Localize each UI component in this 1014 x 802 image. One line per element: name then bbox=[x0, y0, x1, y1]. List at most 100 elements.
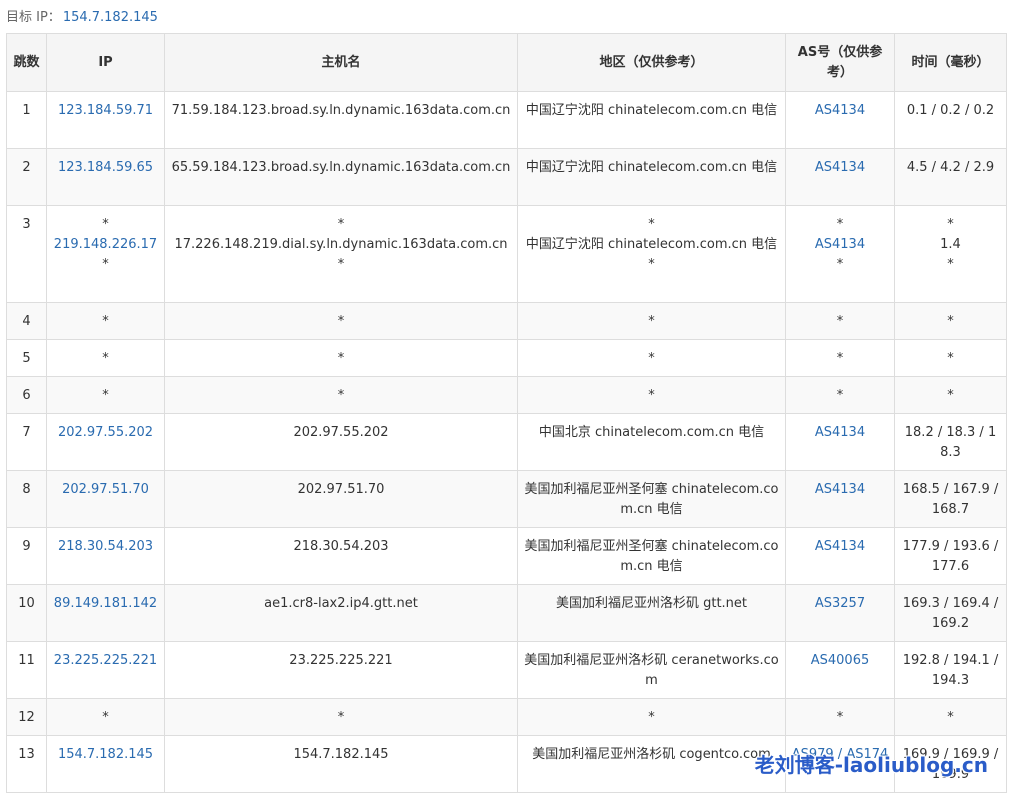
region-cell-text: 中国北京 chinatelecom.com.cn 电信 bbox=[538, 425, 765, 440]
time-cell: 177.9 / 193.6 / 177.6 bbox=[894, 527, 1007, 585]
time-cell: * bbox=[894, 302, 1007, 340]
region-cell: 中国北京 chinatelecom.com.cn 电信 bbox=[517, 413, 786, 471]
table-header: 跳数 IP 主机名 地区（仅供参考） AS号（仅供参考） 时间（毫秒） bbox=[6, 33, 1007, 92]
table-row: 12 * * * * * bbox=[6, 698, 1007, 736]
as-cell-text: * bbox=[836, 710, 844, 725]
time-cell: 169.9 / 169.9 / 169.9 bbox=[894, 735, 1007, 793]
as-cell: AS3257 bbox=[785, 584, 895, 642]
ip-cell-text[interactable]: 154.7.182.145 bbox=[51, 745, 160, 765]
ip-cell-text[interactable]: 123.184.59.65 bbox=[51, 158, 160, 178]
table-row: 3 * 219.148.226.17 * * 17.226.148.219.dial.sy… bbox=[6, 205, 1007, 303]
ip-cell-text[interactable]: 202.97.51.70 bbox=[51, 480, 160, 500]
region-cell-text: 美国加利福尼亚州洛杉矶 cogentco.com bbox=[532, 747, 771, 762]
time-cell-text: 169.9 / 169.9 / 169.9 bbox=[902, 747, 999, 782]
ip-cell-text: * bbox=[102, 314, 109, 329]
as-cell-text[interactable]: AS3257 bbox=[790, 594, 890, 614]
hop-cell: 5 bbox=[6, 339, 47, 377]
as-cell: AS40065 bbox=[785, 641, 895, 699]
ip-cell: 123.184.59.65 bbox=[46, 148, 165, 206]
hostname-cell: 71.59.184.123.broad.sy.ln.dynamic.163dat… bbox=[164, 91, 518, 149]
time-cell-text: * bbox=[947, 388, 954, 403]
time-cell-text: 177.9 / 193.6 / 177.6 bbox=[902, 539, 999, 574]
hop-cell: 4 bbox=[6, 302, 47, 340]
hostname-cell-text: 154.7.182.145 bbox=[293, 747, 389, 762]
hostname-cell-text: 71.59.184.123.broad.sy.ln.dynamic.163dat… bbox=[171, 103, 511, 118]
time-cell: 169.3 / 169.4 / 169.2 bbox=[894, 584, 1007, 642]
region-cell-text: * bbox=[648, 710, 655, 725]
ip-cell: * bbox=[46, 698, 165, 736]
hop-cell: 3 bbox=[6, 205, 47, 303]
ip-cell-text: * bbox=[102, 257, 109, 272]
region-cell: * bbox=[517, 376, 786, 414]
as-cell: AS979 / AS174 bbox=[785, 735, 895, 793]
region-cell-text: 中国辽宁沈阳 chinatelecom.com.cn 电信 bbox=[525, 103, 778, 118]
hostname-cell-text: * bbox=[337, 257, 345, 272]
as-cell-text[interactable]: AS40065 bbox=[790, 651, 890, 671]
hostname-cell: ae1.cr8-lax2.ip4.gtt.net bbox=[164, 584, 518, 642]
time-cell: * bbox=[894, 376, 1007, 414]
time-cell: 168.5 / 167.9 / 168.7 bbox=[894, 470, 1007, 528]
time-cell-text: 192.8 / 194.1 / 194.3 bbox=[902, 653, 999, 688]
ip-cell-text: * bbox=[102, 351, 109, 366]
time-cell-text: * bbox=[947, 217, 954, 232]
ip-cell: * bbox=[46, 339, 165, 377]
hop-cell: 13 bbox=[6, 735, 47, 793]
region-cell-text: 美国加利福尼亚州圣何塞 chinatelecom.com.cn 电信 bbox=[524, 482, 779, 517]
ip-cell-text[interactable]: 89.149.181.142 bbox=[51, 594, 160, 614]
ip-cell: * 219.148.226.17 * bbox=[46, 205, 165, 303]
region-cell: 美国加利福尼亚州洛杉矶 gtt.net bbox=[517, 584, 786, 642]
as-cell-text[interactable]: AS4134 bbox=[790, 480, 890, 500]
header-row: 跳数 IP 主机名 地区（仅供参考） AS号（仅供参考） 时间（毫秒） bbox=[6, 33, 1007, 92]
ip-cell-text[interactable]: 219.148.226.17 bbox=[51, 235, 160, 255]
time-cell: 192.8 / 194.1 / 194.3 bbox=[894, 641, 1007, 699]
hostname-cell: * bbox=[164, 376, 518, 414]
as-cell: * AS4134 * bbox=[785, 205, 895, 303]
as-cell-text: * bbox=[836, 351, 844, 366]
ip-cell: 89.149.181.142 bbox=[46, 584, 165, 642]
as-cell: * bbox=[785, 339, 895, 377]
ip-cell: * bbox=[46, 376, 165, 414]
as-cell-text: * bbox=[836, 314, 844, 329]
ip-cell-text[interactable]: 218.30.54.203 bbox=[51, 537, 160, 557]
as-cell-text[interactable]: AS4134 bbox=[790, 158, 890, 178]
target-ip-value[interactable]: 154.7.182.145 bbox=[63, 10, 158, 25]
hostname-cell-text: * bbox=[337, 710, 345, 725]
as-cell-text[interactable]: AS4134 bbox=[790, 423, 890, 443]
as-cell-text[interactable]: AS4134 bbox=[790, 235, 890, 255]
hostname-cell: 23.225.225.221 bbox=[164, 641, 518, 699]
region-cell-text: 美国加利福尼亚州洛杉矶 gtt.net bbox=[555, 596, 748, 611]
region-cell-text: 中国辽宁沈阳 chinatelecom.com.cn 电信 bbox=[525, 237, 778, 252]
hostname-cell-text: 202.97.51.70 bbox=[297, 482, 385, 497]
time-cell: * 1.4 * bbox=[894, 205, 1007, 303]
hop-cell: 8 bbox=[6, 470, 47, 528]
col-header-hostname: 主机名 bbox=[164, 33, 518, 92]
as-cell-text[interactable]: AS4134 bbox=[790, 537, 890, 557]
ip-cell-text[interactable]: 23.225.225.221 bbox=[51, 651, 160, 671]
time-cell-text: * bbox=[947, 351, 954, 366]
as-cell-text[interactable]: AS979 / AS174 bbox=[790, 745, 890, 765]
ip-cell: * bbox=[46, 302, 165, 340]
region-cell-text: * bbox=[648, 217, 655, 232]
time-cell: 4.5 / 4.2 / 2.9 bbox=[894, 148, 1007, 206]
ip-cell-text: * bbox=[102, 388, 109, 403]
hostname-cell: * bbox=[164, 302, 518, 340]
ip-cell-text[interactable]: 123.184.59.71 bbox=[51, 101, 160, 121]
table-row: 9 218.30.54.203 218.30.54.203 美国加利福尼亚州圣何塞 c… bbox=[6, 527, 1007, 585]
as-cell: * bbox=[785, 376, 895, 414]
region-cell-text: 美国加利福尼亚州圣何塞 chinatelecom.com.cn 电信 bbox=[524, 539, 779, 574]
time-cell-text: 168.5 / 167.9 / 168.7 bbox=[902, 482, 999, 517]
target-ip-line: 目标 IP： 154.7.182.145 bbox=[6, 6, 158, 25]
table-row: 13 154.7.182.145 154.7.182.145 美国加利福尼亚州洛杉矶 … bbox=[6, 735, 1007, 793]
ip-cell-text[interactable]: 202.97.55.202 bbox=[51, 423, 160, 443]
ip-cell: 218.30.54.203 bbox=[46, 527, 165, 585]
time-cell-text: 4.5 / 4.2 / 2.9 bbox=[906, 160, 995, 175]
table-row: 7 202.97.55.202 202.97.55.202 中国北京 chinatel… bbox=[6, 413, 1007, 471]
hostname-cell-text: 202.97.55.202 bbox=[293, 425, 389, 440]
as-cell-text[interactable]: AS4134 bbox=[790, 101, 890, 121]
region-cell: * bbox=[517, 339, 786, 377]
col-header-as: AS号（仅供参考） bbox=[785, 33, 895, 92]
region-cell-text: * bbox=[648, 257, 655, 272]
traceroute-page: 目标 IP： 154.7.182.145 跳数 IP 主机名 地区（仅供参考） A… bbox=[0, 0, 1014, 802]
hostname-cell: * 17.226.148.219.dial.sy.ln.dynamic.163da… bbox=[164, 205, 518, 303]
time-cell: 18.2 / 18.3 / 18.3 bbox=[894, 413, 1007, 471]
